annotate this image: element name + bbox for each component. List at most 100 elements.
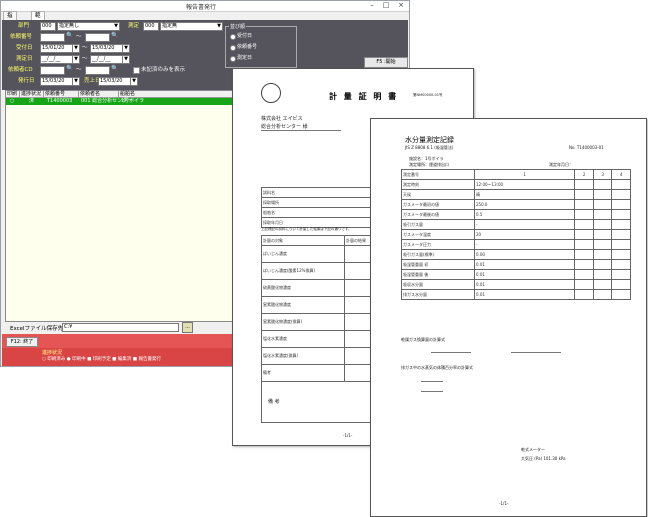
grid-header-client-name[interactable]: 依頼者名 [79, 91, 119, 98]
receipt-from-dropdown[interactable]: ▼ [72, 44, 80, 53]
moisture-table: 測定番号 1 2 3 4 測定時刻 12:00～13:00 天候晴 ガスメータ最初の値 25… [401, 169, 631, 300]
minimize-icon[interactable]: – [365, 1, 379, 10]
measure-to-dropdown[interactable]: ▼ [122, 55, 130, 64]
row-label: 船舶名 [261, 207, 381, 218]
col-header: 3 [592, 169, 613, 180]
cell-value: 晴 [473, 189, 576, 200]
certificate-number: 第NM00000-01号 [413, 93, 443, 97]
remarks-label: 備 考 [268, 399, 280, 405]
page-number: -1/1- [499, 501, 509, 506]
cell-value: 0.5 [473, 209, 576, 220]
dept-code-input[interactable]: 000 [40, 22, 56, 31]
binoculars-icon[interactable]: 🔍 [66, 65, 73, 72]
item-label: 塩化水素濃度 [261, 330, 345, 348]
fraction-line [421, 391, 443, 392]
client-no-label: 依頼番号 [10, 34, 33, 40]
start-button[interactable]: F5 :開始 [364, 57, 408, 68]
item-label: 窒素酸化物濃度(換算) [261, 313, 345, 331]
receipt-to-dropdown[interactable]: ▼ [122, 44, 130, 53]
fraction-line [431, 352, 471, 353]
unissued-only-label: 未記済のみを表示 [141, 67, 186, 73]
chevron-down-icon: ▼ [132, 78, 136, 84]
client-no-to-input[interactable] [85, 33, 110, 42]
col-header: 4 [611, 169, 631, 180]
tab-range-print[interactable]: 範囲印刷 [31, 11, 45, 43]
tab-designated-print[interactable]: 指定印刷 [3, 11, 17, 43]
receipt-date-label: 受付日 [16, 45, 33, 51]
receipt-from-input[interactable]: 15/01/20 [40, 44, 73, 53]
chevron-down-icon: ▼ [124, 56, 128, 62]
cell-value: 0.01 [473, 289, 576, 300]
client-cd-label: 依頼者CD [8, 67, 33, 73]
date-label: 測定年月日： [549, 162, 573, 167]
sort-radio-client-no[interactable] [230, 45, 236, 51]
dept-select[interactable]: 指定無し ▼ [57, 22, 120, 31]
chevron-down-icon: ▼ [217, 23, 221, 29]
unissued-only-checkbox[interactable] [133, 67, 140, 74]
item-label: 塩化水素濃度(換算) [261, 347, 345, 365]
row-client-no: T1400003 [47, 98, 73, 104]
measure-from-input[interactable]: __/__/__ [40, 55, 73, 64]
measure-to-input[interactable]: __/__/__ [90, 55, 123, 64]
excel-save-path-input[interactable]: C:¥ [62, 323, 179, 332]
binoculars-icon[interactable]: 🔍 [111, 65, 118, 72]
row-label: 測定時刻 [401, 179, 475, 190]
client-cd-to-input[interactable] [85, 66, 110, 75]
sales-date-dropdown[interactable]: ▼ [130, 77, 138, 86]
item-label: ばいじん濃度(酸素12%換算) [261, 262, 345, 280]
issue-date-input[interactable]: 15/03/20 [40, 77, 73, 86]
row-label: ガスメータ最初の値 [401, 199, 475, 210]
row-label: 天候 [401, 189, 475, 200]
row-label: ガスメータ最後の値 [401, 209, 475, 220]
close-icon[interactable]: × [394, 1, 408, 10]
fraction-line [421, 381, 443, 382]
issue-date-label: 発行日 [18, 78, 35, 84]
folder-browse-button[interactable]: ... [182, 322, 193, 333]
grid-header-print[interactable]: 印刷 [6, 91, 20, 98]
measure-date-label: 測定日 [16, 56, 33, 62]
fraction-line [511, 352, 561, 353]
results-table: 計量の対象計量の結果 ばいじん濃度0.01 ばいじん濃度(酸素12%換算)0.0… [261, 235, 386, 382]
row-label: 採取年月日 [261, 217, 381, 228]
record-subtitle: JIS Z 8808 6.1 (吸湿管法) [405, 145, 454, 150]
sales-date-input[interactable]: 15/03/20 [98, 77, 131, 86]
addressee-company: 株式会社 エイビス [261, 116, 303, 122]
site-select[interactable]: 指定無 ▼ [160, 22, 223, 31]
site-select-value: 指定無 [162, 23, 178, 29]
title-bar: 報告書発行 – □ × [1, 1, 409, 12]
cell-value: - [473, 239, 576, 250]
sort-radio-receipt[interactable] [230, 34, 236, 40]
record-number: No. T1400003-01 [569, 145, 604, 150]
row-print-mark: ○ [10, 98, 15, 104]
client-cd-from-input[interactable] [40, 66, 65, 75]
record-title: 水分量測定記録 [405, 136, 454, 144]
measure-from-dropdown[interactable]: ▼ [72, 55, 80, 64]
grid-header-client-no[interactable]: 依頼番号 [44, 91, 79, 98]
chevron-down-icon: ▼ [74, 45, 78, 51]
moisture-record-preview: 水分量測定記録 JIS Z 8808 6.1 (吸湿管法) No. T14000… [370, 118, 647, 517]
divider [261, 130, 341, 131]
chevron-down-icon: ▼ [114, 23, 118, 29]
site-code-input[interactable]: 000 [143, 22, 159, 31]
sort-order-group: 並び順 受付日 依頼番号 測定日 [225, 23, 297, 68]
exit-button[interactable]: F12: 終了 [6, 337, 38, 347]
range-tilde: ～ [76, 67, 82, 73]
maximize-icon[interactable]: □ [379, 1, 393, 10]
pressure-label: 大気圧 (Pa) 101.30 kPa [521, 456, 566, 461]
receipt-to-input[interactable]: 15/03/20 [90, 44, 123, 53]
grid-header-status[interactable]: 進捗状況 [20, 91, 44, 98]
col-header: 1 [473, 169, 576, 180]
sort-radio-measure[interactable] [230, 56, 236, 62]
formula-title-dry-gas: 乾燥ガス換算量の計算式 [401, 337, 445, 342]
binoculars-icon[interactable]: 🔍 [66, 32, 73, 39]
legend-items: ○ 印刷済み ● 印刷中 ■ 印刷予定 ■ 編集済 ■ 報告書発行 [42, 357, 161, 362]
issue-date-dropdown[interactable]: ▼ [72, 77, 80, 86]
legend-title: 進捗状況 [42, 350, 63, 356]
client-no-from-input[interactable] [40, 33, 65, 42]
seal-icon [261, 83, 281, 103]
meter-label: 乾式メーター [521, 447, 545, 452]
range-tilde: ～ [82, 45, 88, 51]
row-label: 吸湿管重量 後 [401, 269, 475, 280]
binoculars-icon[interactable]: 🔍 [111, 32, 118, 39]
range-tilde: ～ [76, 34, 82, 40]
